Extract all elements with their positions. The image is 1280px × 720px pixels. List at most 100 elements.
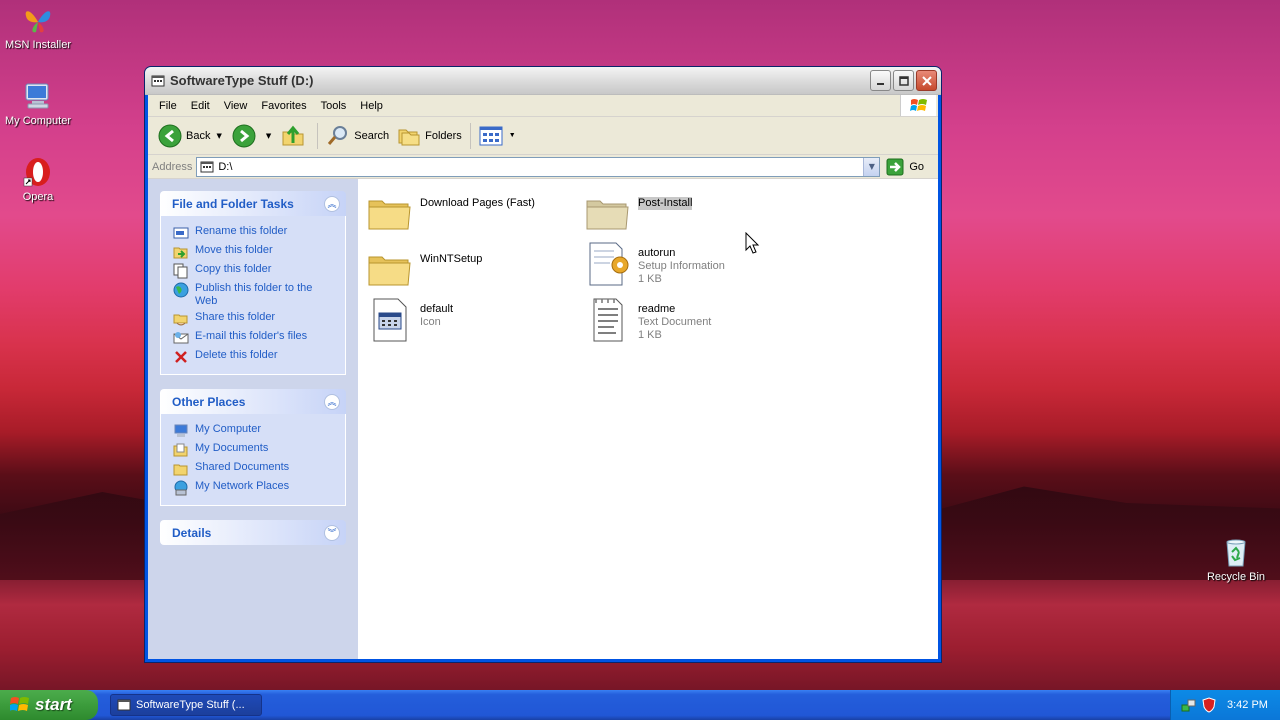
- panel-body: My Computer My Documents Shared Document…: [160, 414, 346, 506]
- menu-favorites[interactable]: Favorites: [254, 98, 313, 114]
- search-button[interactable]: Search: [322, 122, 393, 150]
- task-label: Delete this folder: [195, 349, 278, 361]
- collapse-chevron-icon[interactable]: ︽: [324, 195, 340, 212]
- file-item-download-pages[interactable]: Download Pages (Fast): [366, 189, 566, 237]
- task-label: Share this folder: [195, 311, 276, 323]
- taskbar-window-label: SoftwareType Stuff (...: [136, 699, 245, 711]
- file-name: readme: [638, 303, 676, 315]
- maximize-button[interactable]: [893, 70, 914, 91]
- go-arrow-icon: [886, 158, 904, 175]
- minimize-icon: [876, 82, 884, 85]
- file-size: 1 KB: [638, 273, 662, 285]
- go-button[interactable]: Go: [886, 158, 924, 176]
- window-body: File Edit View Favorites Tools Help Back…: [148, 95, 938, 659]
- globe-icon: [173, 282, 189, 298]
- up-folder-button[interactable]: [277, 122, 313, 150]
- place-my-network-places[interactable]: My Network Places: [173, 480, 337, 496]
- taskbar-window-button[interactable]: SoftwareType Stuff (...: [110, 694, 262, 716]
- toolbar-separator: [317, 122, 319, 149]
- menu-file[interactable]: File: [152, 98, 184, 114]
- taskbar: start SoftwareType Stuff (... 3:42 PM: [0, 690, 1280, 720]
- mouse-cursor-icon: [745, 232, 760, 254]
- computer-icon: [174, 424, 188, 437]
- forward-button[interactable]: [228, 122, 264, 150]
- address-value: D:\: [218, 160, 233, 173]
- expand-chevron-icon[interactable]: ︾: [324, 524, 340, 541]
- back-label: Back: [186, 129, 211, 142]
- task-rename-folder[interactable]: Rename this folder: [173, 225, 337, 241]
- file-item-default[interactable]: default Icon: [366, 295, 566, 343]
- file-item-post-install[interactable]: Post-Install: [584, 189, 784, 237]
- security-shield-icon[interactable]: [1201, 697, 1217, 713]
- menu-help[interactable]: Help: [353, 98, 390, 114]
- file-size: 1 KB: [638, 329, 662, 341]
- desktop-icon-recycle-bin[interactable]: Recycle Bin: [1198, 536, 1274, 583]
- start-button[interactable]: start: [0, 690, 98, 720]
- computer-icon: [25, 83, 49, 109]
- task-label: E-mail this folder's files: [195, 330, 308, 342]
- file-name: WinNTSetup: [420, 253, 483, 265]
- desktop-icon-label: MSN Installer: [4, 39, 72, 51]
- title-bar[interactable]: SoftwareType Stuff (D:): [145, 67, 941, 95]
- file-folder-tasks-header[interactable]: File and Folder Tasks ︽: [160, 191, 346, 216]
- forward-dropdown-icon[interactable]: ▼: [266, 132, 271, 140]
- menu-edit[interactable]: Edit: [184, 98, 217, 114]
- network-tray-icon[interactable]: [1181, 697, 1197, 713]
- other-places-header[interactable]: Other Places ︽: [160, 389, 346, 414]
- folder-icon: [368, 256, 411, 286]
- place-label: My Computer: [195, 423, 262, 435]
- desktop-icon-label: Recycle Bin: [1206, 571, 1266, 583]
- place-label: Shared Documents: [195, 461, 290, 473]
- desktop-icon-label: Opera: [22, 191, 54, 203]
- close-button[interactable]: [916, 70, 937, 91]
- drive-icon: [151, 75, 165, 86]
- panel-body: Rename this folder Move this folder Copy…: [160, 216, 346, 375]
- views-button[interactable]: ▼: [475, 123, 526, 149]
- menu-view[interactable]: View: [217, 98, 255, 114]
- task-publish-folder[interactable]: Publish this folder to the Web: [173, 282, 337, 308]
- task-copy-folder[interactable]: Copy this folder: [173, 263, 337, 279]
- file-name: autorun: [638, 247, 676, 259]
- file-name: default: [420, 303, 454, 315]
- documents-folder-icon: [173, 443, 188, 457]
- recycle-bin-icon: [1226, 539, 1246, 567]
- address-dropdown-icon[interactable]: ▼: [863, 157, 880, 176]
- folders-button[interactable]: Folders: [393, 122, 466, 150]
- menu-tools[interactable]: Tools: [314, 98, 354, 114]
- file-item-readme[interactable]: readme Text Document 1 KB: [584, 295, 784, 343]
- go-label: Go: [909, 160, 924, 173]
- task-share-folder[interactable]: Share this folder: [173, 311, 337, 327]
- minimize-button[interactable]: [870, 70, 891, 91]
- explorer-content: File and Folder Tasks ︽ Rename this fold…: [148, 179, 938, 659]
- address-input[interactable]: D:\ ▼: [196, 156, 881, 177]
- toolbar-separator: [469, 122, 471, 149]
- desktop-icon-opera[interactable]: Opera: [0, 156, 76, 203]
- place-shared-documents[interactable]: Shared Documents: [173, 461, 337, 477]
- task-delete-folder[interactable]: Delete this folder: [173, 349, 337, 365]
- details-header[interactable]: Details ︾: [160, 520, 346, 545]
- setup-info-icon: [589, 242, 629, 286]
- opera-icon: [23, 158, 50, 187]
- place-my-computer[interactable]: My Computer: [173, 423, 337, 439]
- place-my-documents[interactable]: My Documents: [173, 442, 337, 458]
- place-label: My Network Places: [195, 480, 290, 492]
- address-bar: Address D:\ ▼ Go: [148, 155, 938, 179]
- panel-title: Other Places: [172, 394, 246, 409]
- email-icon: [173, 332, 189, 344]
- drive-icon: [200, 161, 214, 172]
- task-email-files[interactable]: E-mail this folder's files: [173, 330, 337, 346]
- forward-arrow-icon: [232, 124, 256, 147]
- file-item-winntsetup[interactable]: WinNTSetup: [366, 245, 566, 293]
- up-folder-icon: [282, 125, 304, 145]
- desktop-icon-msn-installer[interactable]: MSN Installer: [0, 4, 76, 51]
- system-tray: 3:42 PM: [1170, 690, 1280, 720]
- back-button[interactable]: Back: [154, 122, 214, 150]
- desktop-icon-label: My Computer: [4, 115, 72, 127]
- desktop-icon-my-computer[interactable]: My Computer: [0, 80, 76, 127]
- collapse-chevron-icon[interactable]: ︽: [324, 393, 340, 410]
- clock[interactable]: 3:42 PM: [1227, 699, 1268, 711]
- task-move-folder[interactable]: Move this folder: [173, 244, 337, 260]
- search-label: Search: [354, 129, 390, 142]
- rename-icon: [173, 227, 189, 239]
- back-dropdown-icon[interactable]: ▼: [216, 132, 221, 140]
